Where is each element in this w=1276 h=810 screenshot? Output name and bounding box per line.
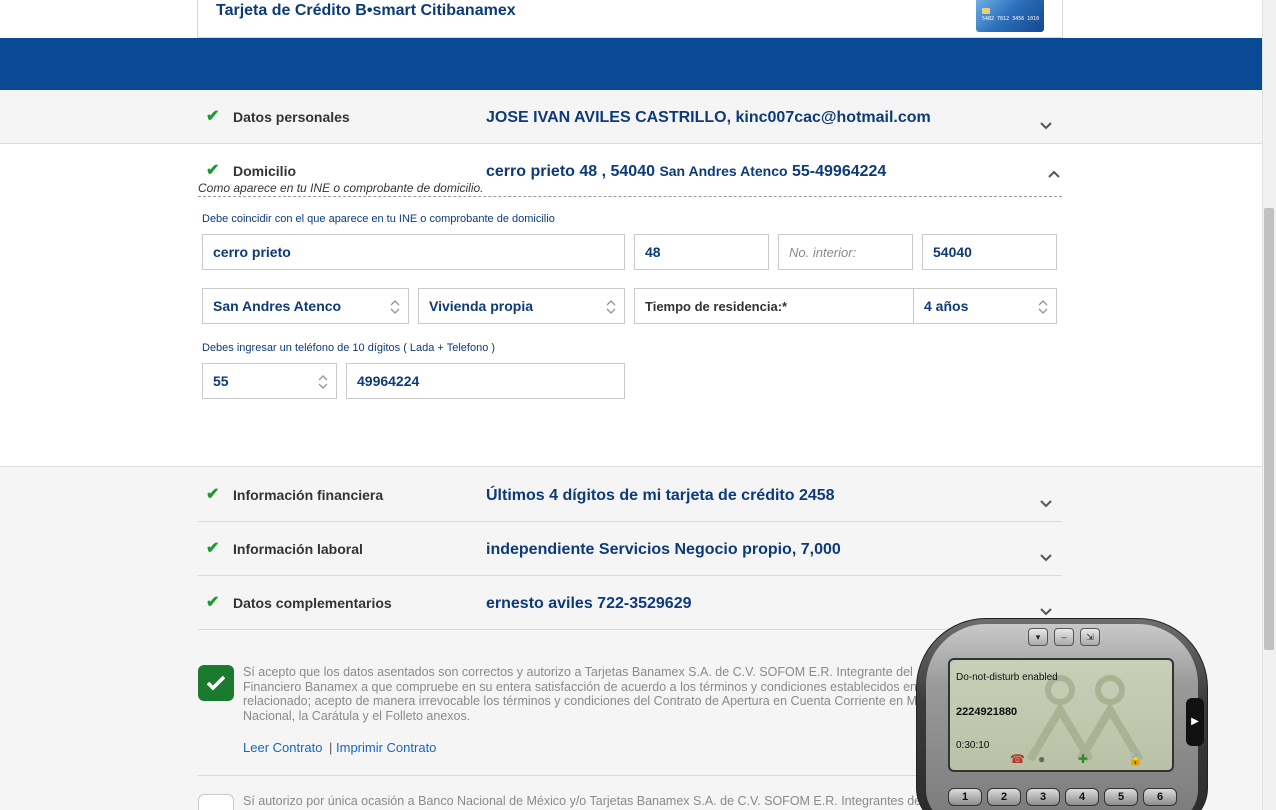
chevron-down-icon[interactable]	[1040, 606, 1052, 618]
address-hint: Como aparece en tu INE o comprobante de …	[198, 181, 484, 195]
phone-hint: Debes ingresar un teléfono de 10 dígitos…	[202, 342, 496, 354]
street-input[interactable]: cerro prieto	[202, 234, 625, 270]
housing-value: Vivienda propia	[429, 298, 533, 314]
add-user-icon[interactable]: ✚	[1078, 752, 1088, 766]
authorize-checkbox[interactable]	[198, 794, 234, 810]
lada-select[interactable]: 55	[202, 363, 337, 399]
softphone-screen: Do-not-disturb enabled 2224921880 0:30:1…	[948, 658, 1174, 772]
section-label: Datos personales	[233, 109, 350, 125]
residence-time-label: Tiempo de residencia:*	[645, 298, 788, 314]
terms-line: Sí acepto que los datos asentados son co…	[243, 665, 913, 679]
summary-phone: 55-49964224	[792, 163, 887, 180]
section-summary: cerro prieto 48 , 54040 San Andres Atenc…	[486, 163, 886, 181]
softphone-status: Do-not-disturb enabled	[956, 672, 1058, 683]
terms-line: relacionado; acepto de manera irrevocabl…	[243, 694, 917, 708]
zip-input[interactable]: 54040	[922, 234, 1057, 270]
select-arrows-icon	[318, 375, 328, 389]
key-4[interactable]: 4	[1065, 788, 1099, 806]
select-arrows-icon	[606, 300, 616, 314]
municipality-select[interactable]: San Andres Atenco	[202, 288, 409, 324]
section-label: Domicilio	[233, 163, 297, 179]
user-icon[interactable]: ●	[1038, 752, 1045, 766]
dropdown-icon[interactable]: ▾	[1028, 628, 1048, 646]
print-contract-link[interactable]: Imprimir Contrato	[336, 740, 436, 755]
unlock-icon[interactable]: 🔓	[1128, 752, 1143, 766]
checkmark-icon	[206, 675, 226, 691]
scrollbar-thumb[interactable]	[1264, 208, 1274, 650]
summary-municipality: San Andres Atenco	[659, 163, 788, 179]
accept-terms-checkbox[interactable]	[198, 665, 234, 701]
softphone-timer: 0:30:10	[956, 740, 990, 751]
read-contract-link[interactable]: Leer Contrato	[243, 740, 323, 755]
residence-time-value: 4 años	[924, 298, 969, 314]
terms-line: Nacional, la Carátula y el Folleto anexo…	[243, 708, 471, 723]
ext-number-input[interactable]: 48	[634, 234, 769, 270]
check-icon: ✔	[206, 540, 220, 557]
terms-line: Financiero Banamex a que compruebe en su…	[243, 679, 918, 694]
key-6[interactable]: 6	[1143, 788, 1177, 806]
domicilio-section-bg	[0, 144, 1262, 467]
section-summary: JOSE IVAN AVILES CASTRILLO, kinc007cac@h…	[486, 109, 931, 126]
section-header-financial[interactable]: ✔ Información financiera Últimos 4 dígit…	[198, 467, 1062, 522]
select-arrows-icon	[390, 300, 400, 314]
chevron-down-icon[interactable]	[1040, 552, 1052, 564]
check-icon: ✔	[206, 108, 220, 125]
key-1[interactable]: 1	[948, 788, 982, 806]
divider	[198, 196, 1062, 197]
minimize-icon[interactable]: –	[1054, 628, 1074, 646]
softphone-widget: ▾ – ⇲ Do-not-disturb enabled 2224921880 …	[916, 618, 1208, 810]
section-summary: ernesto aviles 722-3529629	[486, 595, 692, 612]
page: Tarjeta de Crédito B•smart Citibanamex 5…	[0, 0, 1276, 810]
chevron-up-icon[interactable]	[1048, 168, 1060, 180]
hangup-icon[interactable]: ☎	[1010, 752, 1025, 766]
lada-value: 55	[213, 373, 229, 389]
key-5[interactable]: 5	[1104, 788, 1138, 806]
phone-input[interactable]: 49964224	[346, 363, 625, 399]
int-number-input[interactable]: No. interior:	[778, 234, 913, 270]
section-label: Información financiera	[233, 487, 384, 503]
link-separator: |	[329, 740, 333, 755]
check-icon: ✔	[206, 594, 220, 611]
card-chip-icon	[982, 8, 990, 14]
expand-arrow-icon[interactable]: ▶	[1186, 698, 1204, 746]
scrollbar[interactable]	[1262, 0, 1276, 810]
brand-band	[0, 38, 1262, 90]
section-summary: independiente Servicios Negocio propio, …	[486, 541, 841, 558]
header-card: Tarjeta de Crédito B•smart Citibanamex 5…	[197, 0, 1063, 38]
chevron-down-icon[interactable]	[1040, 120, 1052, 132]
collapse-icon[interactable]: ⇲	[1080, 628, 1100, 646]
key-2[interactable]: 2	[987, 788, 1021, 806]
summary-address: cerro prieto 48 , 54040	[486, 163, 655, 180]
municipality-value: San Andres Atenco	[213, 298, 342, 314]
softphone-number: 2224921880	[956, 706, 1018, 718]
key-3[interactable]: 3	[1026, 788, 1060, 806]
check-icon: ✔	[206, 162, 220, 179]
page-title: Tarjeta de Crédito B•smart Citibanamex	[216, 2, 516, 19]
section-summary: Últimos 4 dígitos de mi tarjeta de crédi…	[486, 487, 835, 504]
section-label: Información laboral	[233, 541, 363, 557]
terms-text: Sí acepto que los datos asentados son co…	[243, 665, 963, 723]
check-icon: ✔	[206, 486, 220, 503]
chevron-down-icon[interactable]	[1040, 498, 1052, 510]
address-match-hint: Debe coincidir con el que aparece en tu …	[202, 213, 555, 225]
section-header-labor[interactable]: ✔ Información laboral independiente Serv…	[198, 522, 1062, 576]
residence-time-select[interactable]: 4 años	[913, 288, 1057, 324]
card-number: 5482 7812 3456 1010	[982, 16, 1040, 22]
authorize-text: Sí autorizo por única ocasión a Banco Na…	[243, 794, 922, 808]
select-arrows-icon	[1038, 300, 1048, 314]
section-label: Datos complementarios	[233, 595, 392, 611]
credit-card-image: 5482 7812 3456 1010	[976, 0, 1044, 32]
housing-select[interactable]: Vivienda propia	[418, 288, 625, 324]
